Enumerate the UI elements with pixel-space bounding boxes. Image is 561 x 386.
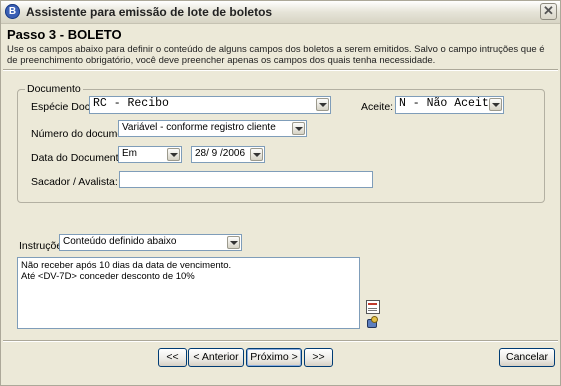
- documento-group-label: Documento: [25, 83, 83, 95]
- step-title: Passo 3 - BOLETO: [7, 27, 122, 42]
- date-value: 28/ 9 /2006: [195, 148, 246, 159]
- page-lines-icon[interactable]: [366, 300, 380, 314]
- aceite-label: Aceite:: [361, 101, 394, 113]
- aceite-select[interactable]: N - Não Aceite: [395, 96, 504, 114]
- sacador-avalista-label: Sacador / Avalista:: [31, 176, 118, 188]
- last-step-button[interactable]: >>: [304, 348, 333, 367]
- app-icon: B: [5, 4, 20, 19]
- especie-doc-label: Espécie Doc:: [31, 101, 93, 113]
- cancel-button[interactable]: Cancelar: [499, 348, 555, 367]
- instrucoes-mode-value: Conteúdo definido abaixo: [63, 236, 177, 247]
- sacador-avalista-input[interactable]: [119, 171, 373, 188]
- chevron-down-icon[interactable]: [316, 98, 329, 111]
- chevron-down-icon[interactable]: [167, 148, 180, 161]
- especie-doc-value: RC - Recibo: [93, 97, 169, 110]
- especie-doc-select[interactable]: RC - Recibo: [89, 96, 331, 114]
- calendar-dropdown-icon[interactable]: [250, 148, 263, 161]
- data-mode-value: Em: [122, 148, 137, 159]
- numero-documento-select[interactable]: Variável - conforme registro cliente: [118, 120, 307, 137]
- instrucoes-line: Até <DV-7D> conceder desconto de 10%: [21, 270, 195, 282]
- chevron-down-icon[interactable]: [227, 236, 240, 249]
- step-description: Use os campos abaixo para definir o cont…: [7, 44, 545, 66]
- window-title: Assistente para emissão de lote de bolet…: [26, 5, 273, 19]
- close-button[interactable]: ✕: [540, 3, 557, 20]
- chevron-down-icon[interactable]: [292, 122, 305, 135]
- aceite-value: N - Não Aceite: [399, 97, 496, 110]
- instrucoes-textarea[interactable]: Não receber após 10 dias da data de venc…: [17, 257, 360, 329]
- footer-divider: [3, 340, 558, 342]
- instrucoes-mode-select[interactable]: Conteúdo definido abaixo: [59, 234, 242, 251]
- step-header: Passo 3 - BOLETO Use os campos abaixo pa…: [1, 24, 560, 68]
- tool-settings-icon[interactable]: [366, 316, 380, 330]
- title-bar: B Assistente para emissão de lote de bol…: [1, 1, 560, 24]
- previous-button[interactable]: < Anterior: [188, 348, 244, 367]
- next-button[interactable]: Próximo >: [246, 348, 302, 367]
- data-documento-label: Data do Documento:: [31, 152, 128, 164]
- data-mode-select[interactable]: Em: [118, 146, 182, 163]
- instrucoes-line: Não receber após 10 dias da data de venc…: [21, 260, 232, 271]
- wizard-window: B Assistente para emissão de lote de bol…: [0, 0, 561, 386]
- chevron-down-icon[interactable]: [489, 98, 502, 111]
- header-divider: [3, 69, 558, 71]
- numero-documento-value: Variável - conforme registro cliente: [122, 122, 276, 133]
- first-step-button[interactable]: <<: [158, 348, 187, 367]
- date-picker[interactable]: 28/ 9 /2006: [191, 146, 265, 163]
